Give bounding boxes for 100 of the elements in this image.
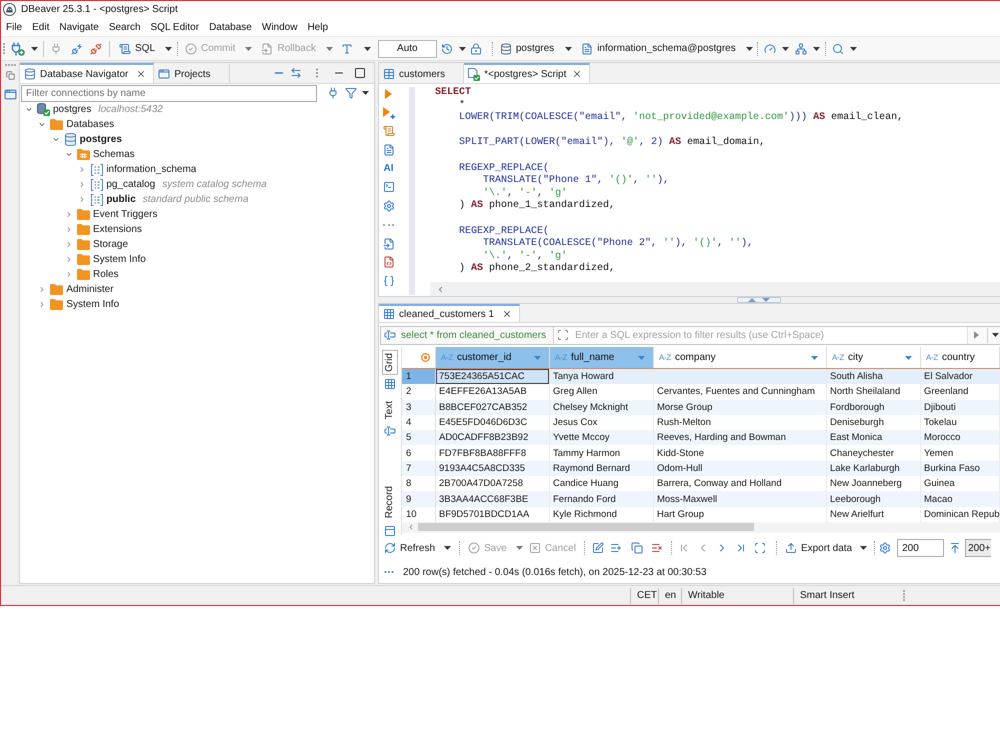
file-text-icon[interactable] — [382, 144, 394, 156]
gauge-icon[interactable] — [764, 42, 776, 54]
chevron-right-icon[interactable] — [64, 225, 73, 234]
menu-item[interactable]: Edit — [27, 18, 54, 36]
arrows-icon[interactable] — [748, 298, 770, 302]
caret-icon[interactable] — [992, 333, 999, 337]
arrow-up-line-icon[interactable] — [949, 542, 962, 554]
chevron-right-icon[interactable] — [78, 195, 86, 204]
text-cursor-icon[interactable] — [384, 425, 396, 438]
sash-handle[interactable] — [737, 297, 781, 303]
caret-icon[interactable] — [850, 46, 857, 50]
chevron-right-icon[interactable] — [64, 270, 73, 279]
ai-button[interactable]: AI — [384, 162, 394, 175]
caret-icon[interactable] — [165, 46, 172, 50]
scrollbar-thumb[interactable] — [418, 523, 754, 532]
plug-icon[interactable] — [327, 87, 339, 99]
play-plus-icon[interactable] — [382, 106, 394, 119]
view-tab[interactable]: Text — [382, 398, 398, 422]
tree-item[interactable]: Event Triggers — [92, 209, 158, 220]
panel-icon[interactable] — [384, 524, 396, 536]
grid-icon[interactable] — [384, 378, 396, 390]
gear-icon[interactable] — [879, 542, 892, 554]
toolbar-button[interactable]: SQL — [119, 38, 156, 58]
tree-item[interactable]: System Info — [66, 299, 120, 310]
column-header[interactable]: A-Z full_name — [550, 347, 654, 368]
search-icon[interactable] — [832, 42, 844, 54]
copy-icon[interactable] — [630, 542, 643, 554]
letter-t-icon[interactable] — [340, 42, 353, 54]
chevron-right-icon[interactable] — [64, 240, 73, 249]
play-icon[interactable] — [974, 331, 979, 339]
results-tab[interactable]: cleaned_customers 1 — [379, 304, 520, 322]
play-icon[interactable] — [385, 89, 392, 99]
menu-item[interactable]: Help — [302, 18, 334, 36]
tree-item[interactable]: Administer — [66, 284, 114, 295]
chevron-right-icon[interactable] — [64, 210, 73, 219]
gear-icon[interactable] — [382, 200, 394, 212]
expand-icon[interactable] — [557, 329, 570, 341]
chevron-right-icon[interactable] — [64, 255, 73, 264]
editor-tab[interactable]: *<postgres> Script — [464, 63, 590, 83]
menu-item[interactable]: SQL Editor — [146, 18, 204, 36]
close-icon[interactable] — [136, 69, 146, 79]
filter-field[interactable]: Filter connections by name — [21, 84, 317, 102]
view-tab[interactable]: Grid — [382, 350, 398, 375]
fetch-more-button[interactable]: 200+ — [965, 539, 992, 557]
row-number[interactable]: 1 — [402, 369, 436, 384]
chevron-right-icon[interactable] — [38, 285, 46, 294]
caret-icon[interactable] — [782, 46, 789, 50]
caret-icon[interactable] — [31, 46, 38, 50]
history-icon[interactable] — [440, 42, 453, 54]
column-header[interactable]: A-Z customer_id — [436, 347, 550, 368]
datasource-selector[interactable]: postgres — [500, 38, 554, 58]
caret-icon[interactable] — [444, 546, 452, 550]
caret-icon[interactable] — [860, 546, 868, 550]
chevron-left-icon[interactable] — [407, 523, 415, 532]
tree-item[interactable]: Extensions — [92, 224, 142, 235]
filter-icon[interactable] — [345, 87, 357, 99]
horizontal-scrollbar[interactable] — [402, 522, 1000, 533]
menu-item[interactable]: Window — [256, 18, 302, 36]
menu-item[interactable]: Database — [204, 18, 257, 36]
list-x-icon[interactable] — [650, 542, 663, 554]
terminal-icon[interactable] — [382, 181, 394, 194]
tree-item[interactable]: public — [106, 194, 136, 205]
caret-icon[interactable] — [362, 91, 369, 95]
panel-tab[interactable]: Database Navigator — [20, 63, 154, 83]
restore-icon[interactable] — [6, 71, 14, 80]
arrows-left-right-icon[interactable] — [290, 67, 302, 79]
close-icon[interactable] — [572, 69, 582, 79]
tree-item[interactable]: information_schema — [106, 164, 196, 175]
file-code-icon[interactable] — [382, 256, 394, 268]
plug-icon[interactable] — [50, 42, 62, 54]
chevron-right-icon[interactable] — [38, 300, 46, 309]
tree-item[interactable]: System Info — [92, 254, 146, 265]
unplug-icon[interactable] — [90, 42, 102, 54]
tree-item[interactable]: Schemas — [92, 149, 135, 160]
chevron-down-icon[interactable] — [25, 105, 33, 114]
toolbar-button[interactable]: Refresh — [384, 538, 436, 558]
tree-item[interactable]: Databases — [66, 119, 114, 130]
tree-item[interactable]: Storage — [92, 239, 128, 250]
window-icon[interactable] — [4, 88, 16, 101]
plug-plus-icon[interactable] — [11, 42, 25, 56]
caret-icon[interactable] — [565, 46, 572, 50]
horizontal-scrollbar[interactable] — [430, 282, 1000, 296]
toolbar-button[interactable]: Export data — [784, 538, 852, 558]
caret-icon[interactable] — [364, 46, 371, 50]
chevron-down-icon[interactable] — [64, 150, 73, 159]
network-icon[interactable] — [794, 42, 807, 54]
tree-item[interactable]: pg_catalog — [106, 179, 156, 190]
list-plus-icon[interactable] — [610, 542, 622, 554]
chevron-down-icon[interactable] — [38, 120, 46, 129]
menu-item[interactable]: Search — [104, 18, 146, 36]
tree-item[interactable]: postgres — [53, 104, 92, 115]
panel-tab[interactable]: Projects — [154, 63, 230, 83]
transaction-mode-button[interactable]: Auto — [378, 40, 437, 58]
schema-selector[interactable]: information_schema@postgres — [581, 38, 736, 58]
fetch-size-field[interactable]: 200 — [897, 539, 944, 557]
view-tab[interactable]: Record — [382, 483, 398, 522]
scroll-icon[interactable] — [382, 125, 394, 138]
lock-icon[interactable] — [470, 42, 482, 54]
tree-item[interactable]: Roles — [92, 269, 119, 280]
chevron-right-icon[interactable] — [78, 180, 86, 189]
